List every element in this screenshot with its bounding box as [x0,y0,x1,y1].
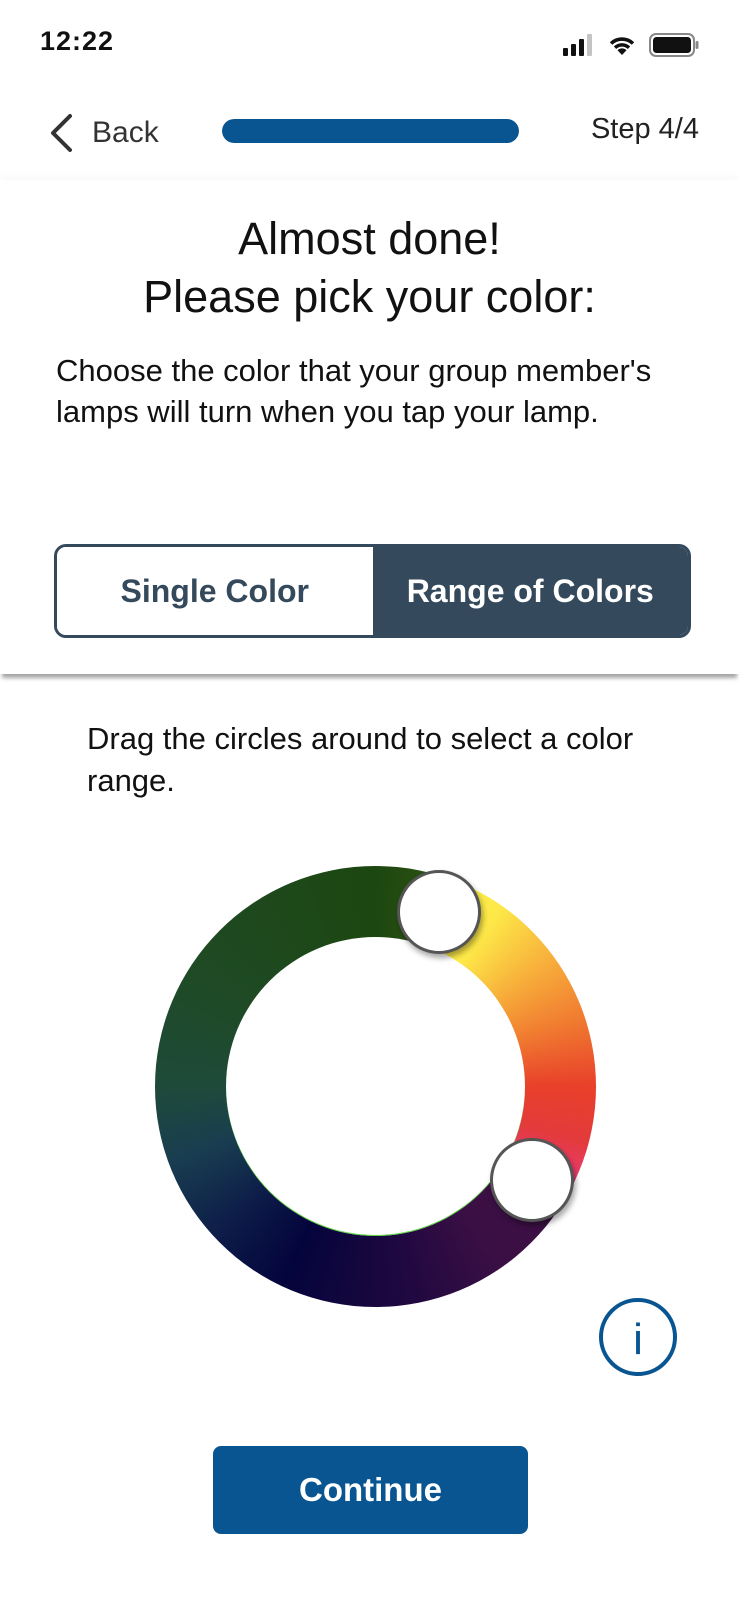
cellular-signal-icon [563,34,592,56]
info-icon: i [633,1315,643,1360]
progress-fill [222,119,519,143]
range-of-colors-tab[interactable]: Range of Colors [372,547,688,635]
color-wheel[interactable] [155,866,596,1307]
range-start-handle[interactable] [397,870,481,954]
continue-button[interactable]: Continue [213,1446,528,1534]
back-button[interactable]: Back [48,106,159,160]
status-time: 12:22 [40,26,115,56]
step-label: Step 4/4 [590,113,699,145]
color-mode-toggle: Single Color Range of Colors [54,544,691,638]
screen: 12:22 Back Step 4/4 Almost done! Please … [0,0,739,1600]
header-card: Almost done! Please pick your color: Cho… [0,180,739,674]
progress-bar [222,119,519,143]
instructions-text: Drag the circles around to select a colo… [87,721,634,798]
chevron-left-icon [51,114,72,152]
title-line-2: Please pick your color: [143,271,596,322]
battery-icon [649,33,699,57]
status-icons [563,32,699,58]
page-title: Almost done! Please pick your color: [0,210,739,326]
range-end-handle[interactable] [490,1138,574,1222]
info-button[interactable]: i [599,1298,677,1376]
back-label: Back [92,116,159,149]
page-subtitle: Choose the color that your group member'… [56,353,652,429]
color-wheel-center [226,937,525,1236]
nav-bar: Back Step 4/4 [0,98,739,168]
single-color-tab[interactable]: Single Color [57,547,373,635]
info-glyph: i [633,1315,643,1360]
wifi-icon [609,37,635,55]
title-line-1: Almost done! [238,213,501,264]
